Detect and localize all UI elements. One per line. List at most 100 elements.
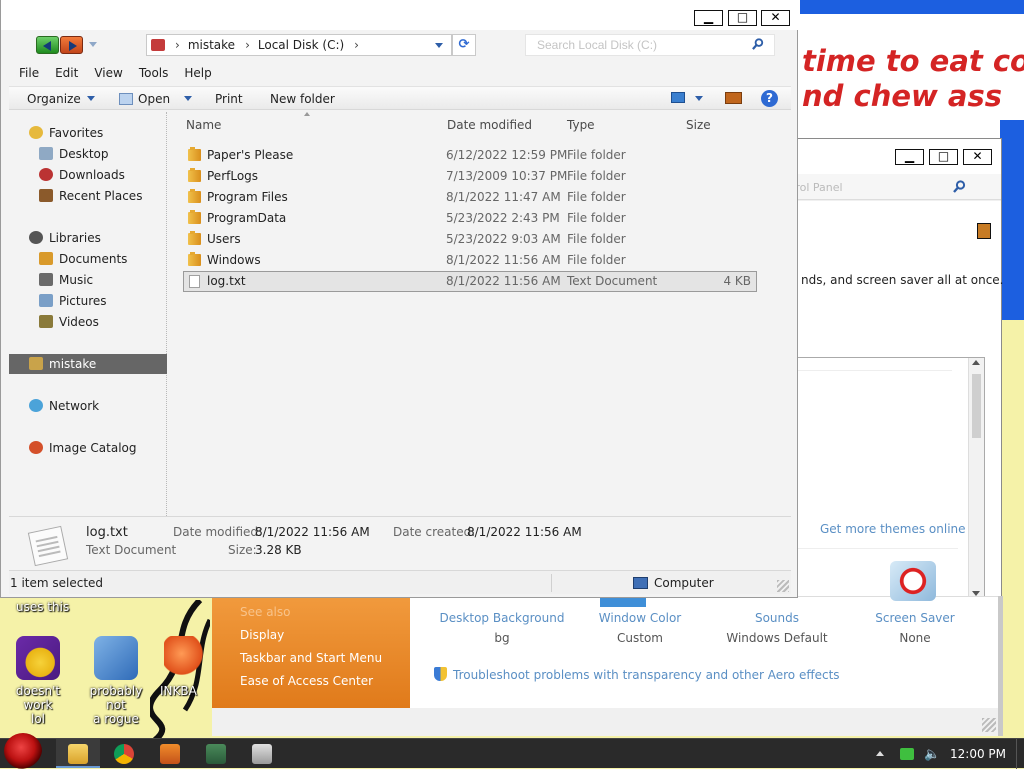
- cp-scrollbar[interactable]: [968, 358, 984, 600]
- scroll-up-arrow-icon[interactable]: [972, 360, 980, 365]
- recent-pages-chevron-down-icon[interactable]: [89, 42, 97, 47]
- new-folder-button[interactable]: New folder: [270, 91, 335, 107]
- search-input[interactable]: [525, 34, 775, 56]
- column-header-type[interactable]: Type: [567, 118, 595, 132]
- volume-icon[interactable]: 🔈: [924, 747, 940, 762]
- nav-pictures[interactable]: Pictures: [39, 291, 107, 311]
- nav-recent-places[interactable]: Recent Places: [39, 186, 142, 206]
- explorer-titlebar[interactable]: [1, 0, 799, 30]
- table-row-selected[interactable]: log.txt 8/1/2022 11:56 AM Text Document …: [183, 271, 757, 292]
- breadcrumb-separator-icon[interactable]: ›: [354, 38, 359, 52]
- close-button[interactable]: ✕: [761, 10, 790, 26]
- column-header-size[interactable]: Size: [686, 118, 711, 132]
- nav-documents[interactable]: Documents: [39, 249, 127, 269]
- change-view-icon[interactable]: [671, 92, 685, 103]
- maximize-button[interactable]: □: [728, 10, 757, 26]
- nav-downloads[interactable]: Downloads: [39, 165, 125, 185]
- print-button[interactable]: Print: [215, 91, 243, 107]
- chevron-down-icon[interactable]: [184, 96, 193, 101]
- back-button[interactable]: [36, 36, 59, 54]
- nav-homegroup-mistake[interactable]: mistake: [9, 354, 167, 374]
- refresh-button[interactable]: ⟳: [452, 34, 476, 56]
- cp-item-sounds[interactable]: Sounds Windows Default: [712, 611, 842, 645]
- app-orange-icon[interactable]: [160, 744, 180, 764]
- cp-item-window-color[interactable]: Window Color Custom: [575, 611, 705, 645]
- cp-item-label: Screen Saver: [875, 611, 955, 625]
- cp-link-taskbar[interactable]: Taskbar and Start Menu: [240, 651, 382, 665]
- address-bar[interactable]: › mistake › Local Disk (C:) ›: [146, 34, 452, 56]
- minimize-button[interactable]: ▁: [694, 10, 723, 26]
- cp-get-more-themes-link[interactable]: Get more themes online: [820, 522, 966, 536]
- cp-theme-description: nds, and screen saver all at once.: [801, 273, 1004, 287]
- organize-button[interactable]: Organize: [27, 91, 95, 107]
- desktop-icon-yahoo[interactable]: doesn't work lol: [0, 636, 76, 726]
- app-gray-icon[interactable]: [252, 744, 272, 764]
- file-list[interactable]: Name Date modified Type Size Paper's Ple…: [173, 112, 789, 516]
- table-row[interactable]: Program Files 8/1/2022 11:47 AM File fol…: [183, 187, 757, 208]
- task-manager-icon[interactable]: [206, 744, 226, 764]
- address-history-chevron-down-icon[interactable]: [435, 43, 443, 48]
- cp-close-button[interactable]: ✕: [963, 149, 992, 165]
- cp-link-display[interactable]: Display: [240, 628, 284, 642]
- breadcrumb-separator-icon[interactable]: ›: [245, 38, 250, 52]
- desktop-icon-inkball[interactable]: INKBA: [160, 636, 208, 698]
- show-hidden-icons-icon[interactable]: [876, 751, 884, 756]
- column-header-date-modified[interactable]: Date modified: [447, 118, 532, 132]
- breadcrumb-mistake[interactable]: mistake: [188, 38, 235, 52]
- table-row[interactable]: Windows 8/1/2022 11:56 AM File folder: [183, 250, 757, 271]
- menu-edit[interactable]: Edit: [55, 62, 78, 84]
- column-header-name[interactable]: Name: [186, 118, 221, 132]
- nav-videos[interactable]: Videos: [39, 312, 99, 332]
- cp-bottom-edge: [212, 708, 998, 736]
- desktop-icon-computer-gears[interactable]: probably not a rogue: [78, 636, 154, 726]
- cp-minimize-button[interactable]: ▁: [895, 149, 924, 165]
- breadcrumb-local-disk[interactable]: Local Disk (C:): [258, 38, 344, 52]
- cp-item-desktop-background[interactable]: Desktop Background bg: [437, 611, 567, 645]
- control-panel-window[interactable]: ▁ □ ✕ trol Panel nds, and screen saver a…: [790, 138, 1004, 601]
- open-button[interactable]: Open: [119, 91, 193, 107]
- cp-search-box[interactable]: trol Panel: [791, 174, 1001, 200]
- nav-favorites[interactable]: Favorites: [29, 123, 103, 143]
- explorer-window[interactable]: ▁ □ ✕ › mistake › Local Disk (C:) › ⟳ Fi…: [0, 0, 799, 598]
- table-row[interactable]: PerfLogs 7/13/2009 10:37 PM File folder: [183, 166, 757, 187]
- preview-pane-icon[interactable]: [725, 92, 742, 104]
- nav-network[interactable]: Network: [29, 396, 99, 416]
- menu-view[interactable]: View: [94, 62, 122, 84]
- nav-label: Desktop: [59, 147, 109, 161]
- nav-desktop[interactable]: Desktop: [39, 144, 109, 164]
- menu-help[interactable]: Help: [184, 62, 211, 84]
- chrome-icon[interactable]: [114, 744, 134, 764]
- network-status-icon[interactable]: [900, 748, 914, 760]
- cp-resize-grip-icon[interactable]: [982, 718, 996, 732]
- taskbar-clock[interactable]: 12:00 PM: [950, 747, 1006, 761]
- forward-button[interactable]: [60, 36, 83, 54]
- show-desktop-button[interactable]: [1016, 739, 1024, 769]
- folder-icon: [188, 231, 201, 245]
- cp-scroll-thumb[interactable]: [972, 374, 981, 438]
- breadcrumb-separator-icon[interactable]: ›: [175, 38, 180, 52]
- homegroup-icon: [29, 357, 43, 370]
- cp-theme-list[interactable]: Get more themes online: [791, 357, 985, 601]
- cp-maximize-button[interactable]: □: [929, 149, 958, 165]
- cp-link-ease-of-access[interactable]: Ease of Access Center: [240, 674, 373, 688]
- cp-divider: [792, 370, 952, 371]
- table-row[interactable]: ProgramData 5/23/2022 2:43 PM File folde…: [183, 208, 757, 229]
- help-button[interactable]: ?: [761, 90, 778, 107]
- taskbar-item-explorer[interactable]: [56, 739, 100, 768]
- resize-grip-icon[interactable]: [777, 580, 789, 592]
- menu-tools[interactable]: Tools: [139, 62, 169, 84]
- nav-image-catalog[interactable]: Image Catalog: [29, 438, 136, 458]
- nav-libraries[interactable]: Libraries: [29, 228, 101, 248]
- menu-file[interactable]: File: [19, 62, 39, 84]
- nav-music[interactable]: Music: [39, 270, 93, 290]
- cp-item-screen-saver[interactable]: Screen Saver None: [850, 611, 980, 645]
- view-options-chevron-down-icon[interactable]: [695, 96, 703, 101]
- cp-item-label: Desktop Background: [439, 611, 565, 625]
- table-row[interactable]: Users 5/23/2022 9:03 AM File folder: [183, 229, 757, 250]
- start-button[interactable]: [4, 733, 42, 769]
- search-icon[interactable]: [752, 38, 764, 50]
- cp-search-icon: [953, 180, 966, 193]
- details-size-label: Size:: [228, 543, 257, 557]
- cp-troubleshoot-link[interactable]: Troubleshoot problems with transparency …: [434, 667, 840, 682]
- table-row[interactable]: Paper's Please 6/12/2022 12:59 PM File f…: [183, 145, 757, 166]
